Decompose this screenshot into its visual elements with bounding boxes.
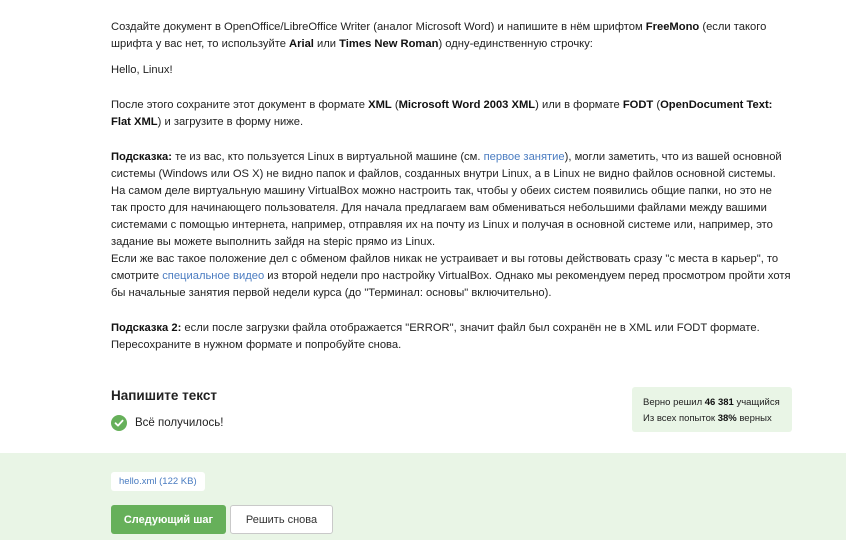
next-step-button[interactable]: Следующий шаг [111,505,226,534]
hint-label: Подсказка: [111,151,172,163]
special-video-link[interactable]: специальное видео [162,270,264,282]
hint2-label: Подсказка 2: [111,322,182,334]
stats-box: Верно решил 46 381 учащийся Из всех попы… [632,387,792,432]
check-circle-icon [111,415,127,431]
result-status: Всё получилось! [111,415,223,431]
attempts-stat: Из всех попыток 38% верных [643,413,772,424]
uploaded-file-link[interactable]: hello.xml (122 KB) [111,472,205,491]
status-text: Всё получилось! [135,417,224,429]
hint2-paragraph: Подсказка 2: если после загрузки файла о… [111,322,760,351]
task-paragraph-save: После этого сохраните этот документ в фо… [111,99,773,128]
retry-button[interactable]: Решить снова [230,505,333,534]
task-paragraph-intro: Создайте документ в OpenOffice/LibreOffi… [111,21,767,50]
answer-section-title: Напишите текст [111,388,217,403]
hello-text: Hello, Linux! [111,64,173,76]
task-description: Создайте документ в OpenOffice/LibreOffi… [111,19,791,354]
hint-paragraph: Подсказка: те из вас, кто пользуется Lin… [111,151,791,299]
first-lesson-link[interactable]: первое занятие [484,151,565,163]
solved-stat: Верно решил 46 381 учащийся [643,397,780,408]
font-name: FreeMono [645,21,700,33]
